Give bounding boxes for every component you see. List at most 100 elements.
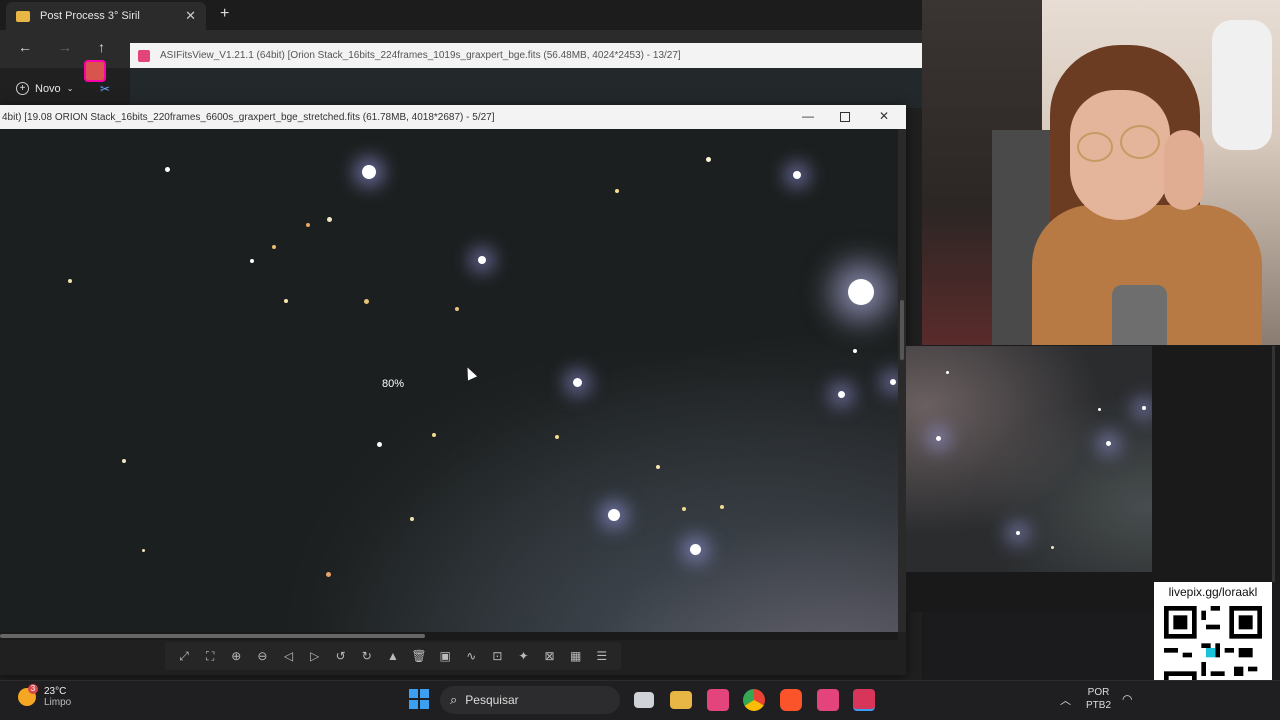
close-tab-icon[interactable]: ✕ xyxy=(185,8,196,24)
forward-arrow-icon[interactable]: → xyxy=(58,39,72,55)
star xyxy=(615,189,619,193)
vertical-scroll-thumb[interactable] xyxy=(900,300,904,360)
webcam-telescope xyxy=(1212,20,1272,150)
crop-icon[interactable]: ⛶ xyxy=(201,647,219,665)
explorer-tab-title: Post Process 3° Siril xyxy=(40,10,140,22)
grid-icon[interactable]: ▦ xyxy=(567,647,585,665)
star xyxy=(165,167,170,172)
star xyxy=(690,544,701,555)
front-viewer-title: 4bit) [19.08 ORION Stack_16bits_220frame… xyxy=(2,111,495,123)
explorer-tab[interactable]: Post Process 3° Siril ✕ xyxy=(6,2,206,30)
menu-icon[interactable]: ☰ xyxy=(593,647,611,665)
compare-icon[interactable]: ⊠ xyxy=(541,647,559,665)
star xyxy=(1098,408,1101,411)
star xyxy=(890,379,896,385)
fit-icon[interactable]: ⤢ xyxy=(175,647,193,665)
fits-viewer-taskbar-icon[interactable] xyxy=(853,689,875,711)
star xyxy=(272,245,276,249)
webcam-glasses xyxy=(1077,132,1113,162)
star xyxy=(936,436,941,441)
star xyxy=(432,433,436,437)
weather-sun-icon: 3 xyxy=(18,684,38,706)
star xyxy=(478,256,486,264)
horizontal-scroll-thumb[interactable] xyxy=(0,634,425,638)
close-icon[interactable]: ✕ xyxy=(879,109,889,123)
back-viewer-titlebar[interactable]: ASIFitsView_V1.21.1 (64bit) [Orion Stack… xyxy=(130,43,922,68)
star xyxy=(608,509,620,521)
folder-icon xyxy=(16,10,30,22)
zoom-in-icon[interactable]: ⊕ xyxy=(227,647,245,665)
new-tab-button[interactable]: + xyxy=(220,5,229,23)
star-icon[interactable]: ✦ xyxy=(514,647,532,665)
file-explorer-icon[interactable] xyxy=(670,691,692,709)
next-icon[interactable]: ▷ xyxy=(306,647,324,665)
star xyxy=(682,507,686,511)
livepix-url: livepix.gg/loraakl xyxy=(1168,585,1258,599)
preview-footer xyxy=(906,572,1154,612)
astro-image-canvas[interactable] xyxy=(0,129,898,632)
front-viewer-titlebar[interactable]: 4bit) [19.08 ORION Stack_16bits_220frame… xyxy=(0,105,906,129)
rotate-left-icon[interactable]: ↺ xyxy=(332,647,350,665)
star xyxy=(364,299,369,304)
cut-icon[interactable]: ✂ xyxy=(100,82,110,96)
star xyxy=(122,459,126,463)
asifitsview-taskbar-icon[interactable] xyxy=(707,689,729,711)
tray-chevron-up-icon[interactable]: ︿ xyxy=(1060,692,1071,708)
up-arrow-icon[interactable]: ↑ xyxy=(98,39,105,55)
taskbar-search[interactable]: ⌕ Pesquisar xyxy=(440,686,620,714)
language-code: POR xyxy=(1087,687,1110,698)
maximize-icon[interactable] xyxy=(840,112,850,122)
info-icon[interactable]: ⊡ xyxy=(488,647,506,665)
asifitsview-taskbar-icon-2[interactable] xyxy=(817,689,839,711)
vertical-scrollbar[interactable] xyxy=(898,129,906,632)
wifi-icon[interactable]: ◠ xyxy=(1122,692,1132,706)
new-item-label: Novo xyxy=(35,82,61,95)
star xyxy=(1016,531,1020,535)
stretch-icon[interactable]: ▲ xyxy=(384,647,402,665)
webcam-hand xyxy=(1164,130,1204,210)
histogram-icon[interactable]: ∿ xyxy=(462,647,480,665)
brave-icon[interactable] xyxy=(780,689,802,711)
star xyxy=(720,505,724,509)
prev-icon[interactable]: ◁ xyxy=(279,647,297,665)
start-button[interactable] xyxy=(409,689,429,709)
star xyxy=(68,279,72,283)
star xyxy=(706,157,711,162)
right-dark-panel xyxy=(1152,346,1280,582)
delete-icon[interactable]: 🗑 xyxy=(410,647,428,665)
webcam-feed xyxy=(922,0,1280,345)
asifitsview-drag-icon xyxy=(84,60,106,82)
minimize-icon[interactable]: — xyxy=(802,109,814,123)
star xyxy=(946,371,949,374)
star xyxy=(1051,546,1054,549)
weather-widget[interactable]: 3 23°C Limpo xyxy=(18,684,71,708)
star xyxy=(848,279,874,305)
star xyxy=(377,442,382,447)
zoom-out-icon[interactable]: ⊖ xyxy=(253,647,271,665)
star xyxy=(656,465,660,469)
plus-icon: + xyxy=(16,82,29,95)
task-view-icon[interactable] xyxy=(634,692,654,708)
language-indicator[interactable]: POR PTB2 xyxy=(1086,686,1111,712)
chevron-down-icon: ⌄ xyxy=(66,84,74,93)
star xyxy=(1106,441,1111,446)
star xyxy=(838,391,845,398)
chrome-icon[interactable] xyxy=(743,689,765,711)
star xyxy=(142,549,145,552)
back-arrow-icon[interactable]: ← xyxy=(18,39,32,55)
search-placeholder: Pesquisar xyxy=(465,693,519,707)
keyboard-layout: PTB2 xyxy=(1086,700,1112,711)
star xyxy=(853,349,857,353)
search-icon: ⌕ xyxy=(450,692,458,707)
right-panel-scrollbar[interactable] xyxy=(1272,346,1275,582)
new-item-button[interactable]: + Novo ⌄ xyxy=(16,82,73,95)
star xyxy=(1142,406,1146,410)
star xyxy=(326,572,331,577)
star xyxy=(455,307,459,311)
windows-logo-icon xyxy=(409,689,418,698)
asifitsview-app-icon xyxy=(138,49,150,62)
image-preview-panel xyxy=(906,346,1152,572)
webcam-glasses xyxy=(1120,125,1160,159)
save-icon[interactable]: ▣ xyxy=(436,647,454,665)
rotate-right-icon[interactable]: ↻ xyxy=(358,647,376,665)
